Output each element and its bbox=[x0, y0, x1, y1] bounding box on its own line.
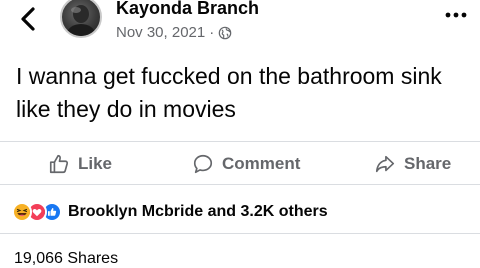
post-text: I wanna get fuccked on the bathroom sink… bbox=[16, 63, 442, 122]
reactions-summary[interactable]: Brooklyn Mcbride and 3.2K others bbox=[12, 200, 328, 224]
reactors-text[interactable]: Brooklyn Mcbride and 3.2K others bbox=[68, 203, 328, 221]
chevron-left-icon bbox=[21, 7, 35, 31]
post-header: Kayonda Branch Nov 30, 2021 · bbox=[0, 0, 480, 54]
shares-count[interactable]: 19,066 Shares bbox=[14, 250, 118, 268]
thumbs-up-icon bbox=[49, 154, 69, 174]
divider bbox=[0, 233, 480, 234]
like-button[interactable]: Like bbox=[48, 142, 112, 186]
more-dots-icon bbox=[445, 12, 467, 18]
post-meta: Nov 30, 2021 · bbox=[116, 24, 232, 41]
globe-icon bbox=[218, 26, 232, 39]
date-separator: · bbox=[209, 24, 215, 41]
comment-bubble-icon bbox=[193, 154, 213, 174]
share-arrow-icon bbox=[375, 155, 395, 173]
action-bar: Like Comment Share bbox=[0, 141, 480, 185]
back-button[interactable] bbox=[14, 4, 44, 34]
comment-label: Comment bbox=[222, 154, 301, 173]
like-label: Like bbox=[78, 154, 113, 173]
haha-reaction-icon bbox=[12, 202, 32, 222]
more-options-button[interactable] bbox=[444, 8, 468, 22]
post-date[interactable]: Nov 30, 2021 bbox=[116, 24, 205, 41]
comment-button[interactable]: Comment bbox=[192, 142, 300, 186]
avatar[interactable] bbox=[60, 0, 102, 38]
share-label: Share bbox=[404, 154, 452, 173]
author-name[interactable]: Kayonda Branch bbox=[116, 0, 259, 19]
share-button[interactable]: Share bbox=[374, 142, 451, 186]
